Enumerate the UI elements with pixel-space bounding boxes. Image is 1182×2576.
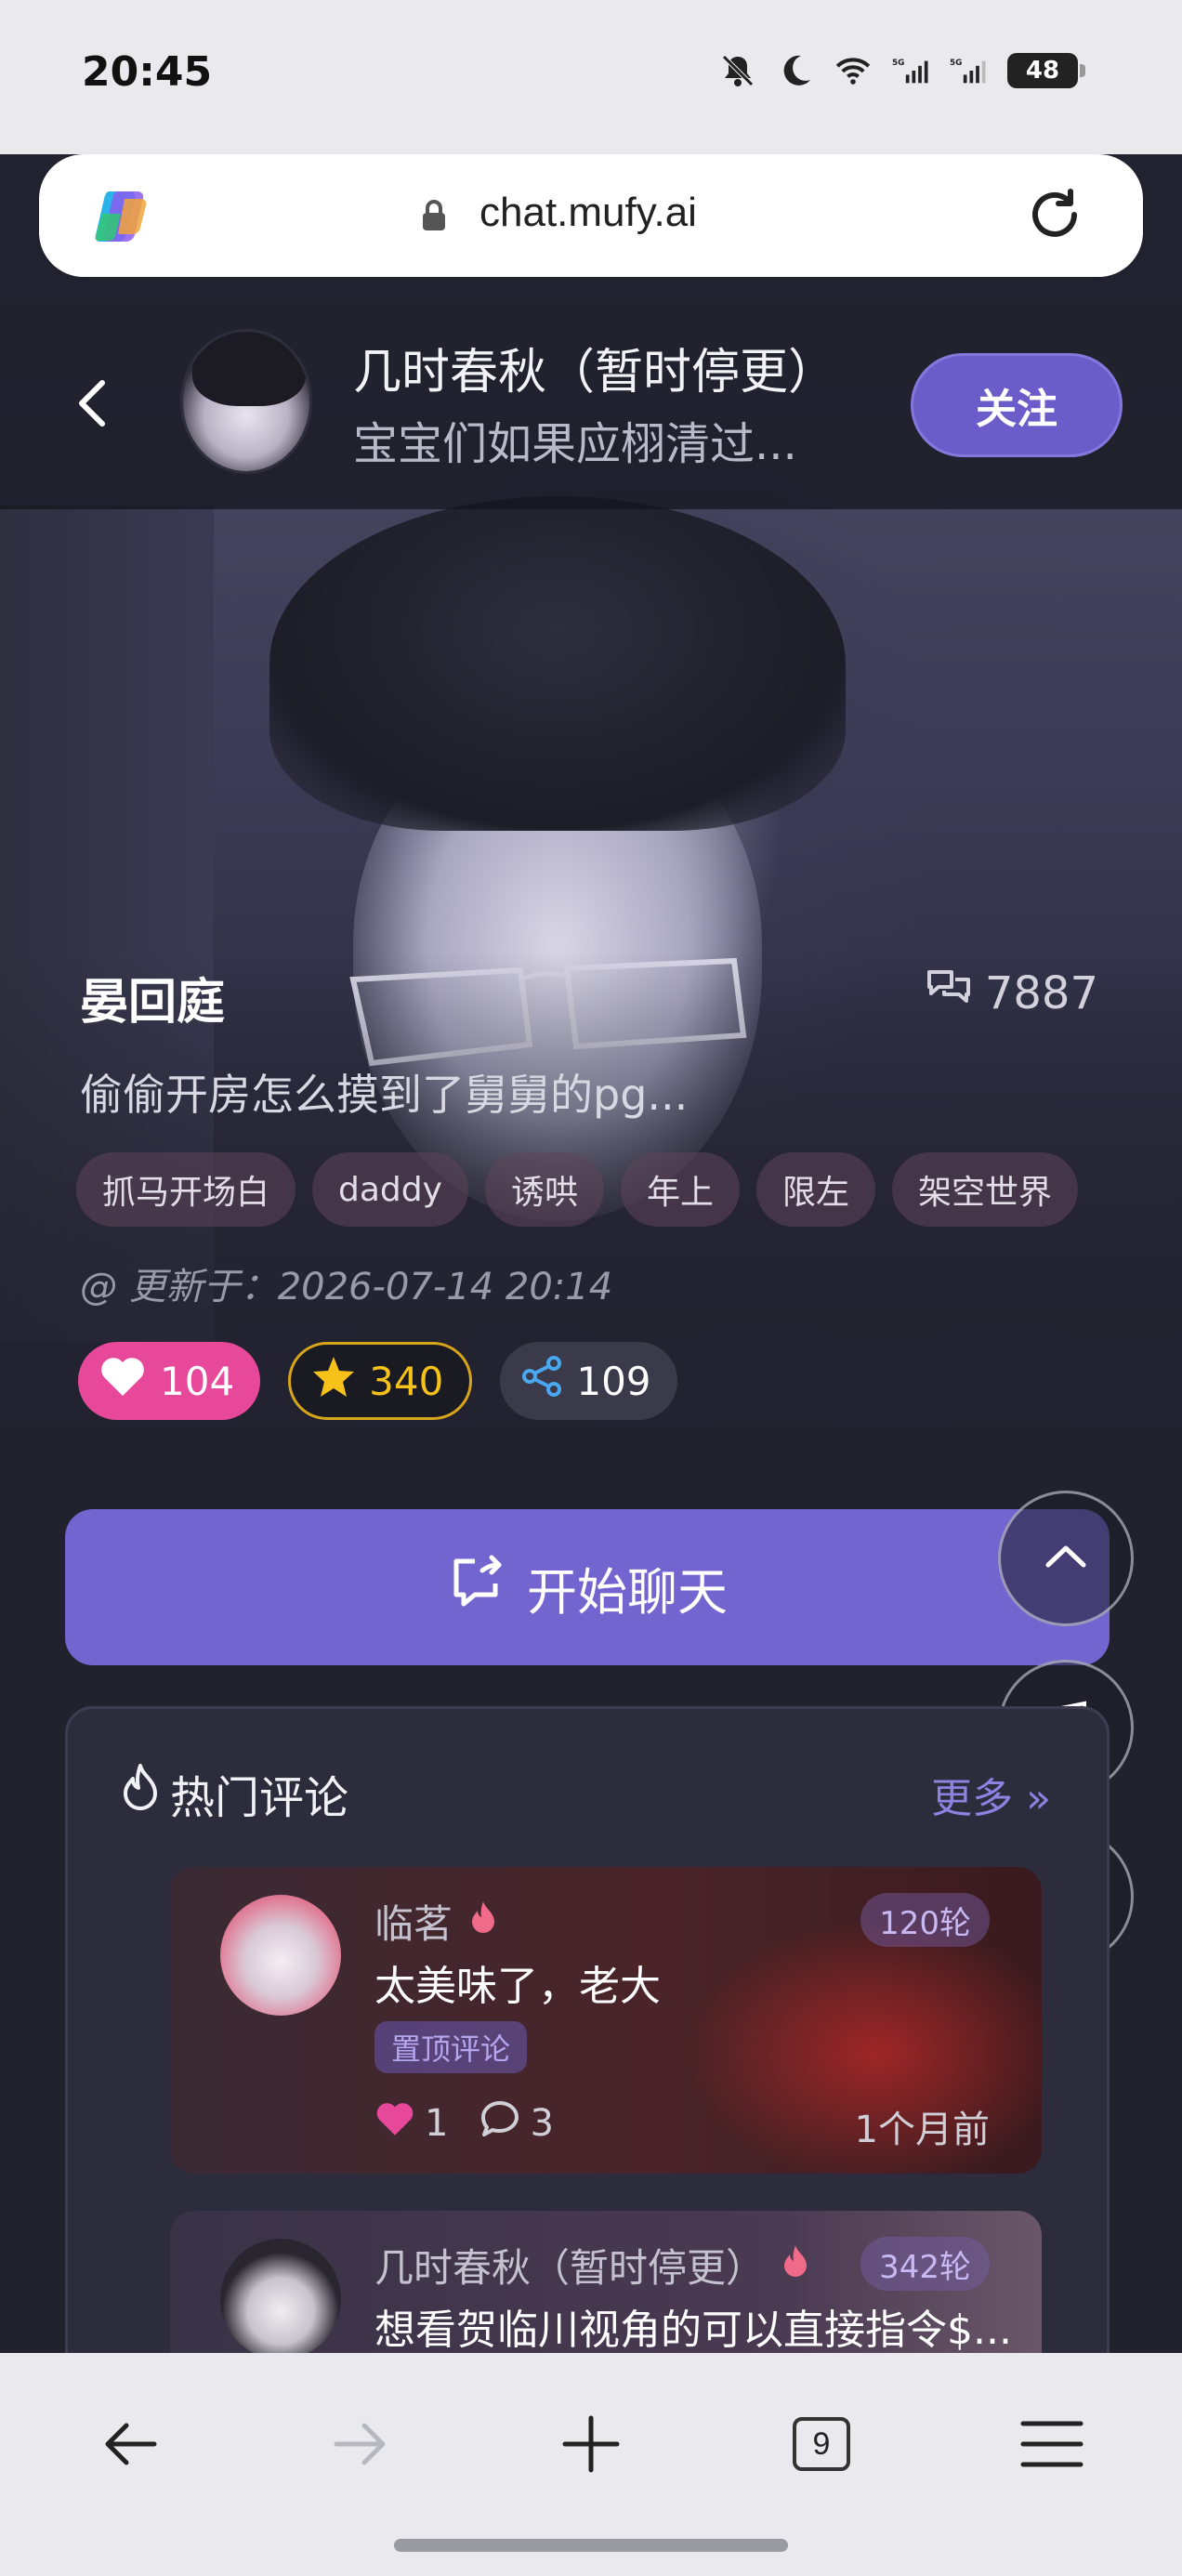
tag[interactable]: 诱哄 — [484, 1152, 604, 1227]
signal-5g-icon: 5G — [950, 52, 987, 89]
commenter-avatar[interactable] — [220, 1895, 341, 2016]
forward-arrow-icon[interactable] — [323, 2407, 398, 2481]
comment-text: 想看贺临川视角的可以直接指令$... — [374, 2307, 1012, 2353]
more-label: 更多 — [931, 1775, 1014, 1822]
flame-badge-icon — [469, 1899, 497, 1944]
follow-button[interactable]: 关注 — [911, 353, 1123, 457]
character-name: 晏回庭 — [80, 975, 226, 1031]
status-icons: 5G 5G 48 — [719, 52, 1085, 89]
status-bar: 20:45 5G 5G 48 — [0, 0, 1182, 154]
scroll-up-button[interactable] — [998, 1491, 1134, 1626]
comment-reply-button[interactable]: 3 — [479, 2099, 554, 2148]
commenter-name: 几时春秋（暂时停更） — [374, 2237, 809, 2293]
commenter-name-text: 临茗 — [374, 1901, 453, 1947]
tag[interactable]: daddy — [312, 1152, 468, 1227]
reload-icon[interactable] — [1022, 182, 1087, 247]
commenter-avatar[interactable] — [220, 2239, 341, 2353]
moon-icon — [777, 52, 814, 89]
author-avatar[interactable] — [180, 329, 312, 474]
menu-icon[interactable] — [1015, 2407, 1089, 2481]
url-text[interactable]: chat.mufy.ai — [479, 190, 697, 236]
comment-actions: 1 3 — [374, 2099, 554, 2148]
reply-bubble-icon — [479, 2099, 520, 2148]
heart-icon — [98, 1355, 147, 1407]
tag[interactable]: 年上 — [620, 1152, 740, 1227]
svg-text:5G: 5G — [950, 59, 962, 68]
tag[interactable]: 架空世界 — [891, 1152, 1078, 1227]
chevron-up-icon — [1043, 1543, 1089, 1574]
address-bar[interactable]: chat.mufy.ai — [39, 154, 1143, 277]
wifi-icon — [834, 52, 872, 89]
comment-text: 太美味了，老大 — [374, 1963, 661, 2010]
updated-time: @ 更新于：2026-07-14 20:14 — [80, 1266, 613, 1308]
fire-icon — [120, 1762, 161, 1825]
star-count: 340 — [369, 1358, 444, 1404]
comment-card[interactable]: 几时春秋（暂时停更） 342轮 想看贺临川视角的可以直接指令$... — [170, 2211, 1042, 2353]
comment-reply-count: 3 — [530, 2102, 554, 2145]
tag-list: 抓马开场白 daddy 诱哄 年上 限左 架空世界 — [76, 1152, 1078, 1227]
like-count: 104 — [160, 1358, 235, 1404]
share-button[interactable]: 109 — [500, 1342, 677, 1420]
status-time: 20:45 — [82, 48, 213, 96]
copilot-logo-icon[interactable] — [93, 186, 154, 247]
author-name[interactable]: 几时春秋（暂时停更） — [353, 333, 836, 402]
back-arrow-icon[interactable] — [93, 2407, 167, 2481]
character-description: 偷偷开房怎么摸到了舅舅的pg... — [80, 1070, 689, 1120]
star-icon — [311, 1355, 356, 1407]
chat-count-value: 7887 — [984, 967, 1098, 1019]
comments-header: 热门评论 — [120, 1761, 348, 1826]
comment-time: 1个月前 — [854, 2109, 990, 2151]
tabs-button[interactable]: 9 — [784, 2407, 859, 2481]
tag[interactable]: 抓马开场白 — [76, 1152, 296, 1227]
chat-share-icon — [447, 1552, 506, 1623]
svg-text:5G: 5G — [892, 59, 904, 68]
comment-like-count: 1 — [425, 2102, 449, 2145]
flame-badge-icon — [781, 2242, 809, 2288]
round-badge: 120轮 — [860, 1893, 990, 1947]
bell-off-icon — [719, 52, 756, 89]
lock-icon — [420, 199, 448, 232]
round-badge: 342轮 — [860, 2237, 990, 2291]
like-button[interactable]: 104 — [78, 1342, 261, 1420]
comment-card[interactable]: 临茗 120轮 太美味了，老大 置顶评论 1 3 1个月前 — [170, 1867, 1042, 2174]
more-comments-link[interactable]: 更多 » — [931, 1765, 1051, 1824]
author-header: 几时春秋（暂时停更） 宝宝们如果应栩清过... 关注 — [0, 301, 1182, 509]
star-button[interactable]: 340 — [288, 1342, 473, 1420]
comment-like-button[interactable]: 1 — [374, 2100, 448, 2147]
commenter-name: 临茗 — [374, 1893, 497, 1950]
chat-count: 7887 — [926, 966, 1098, 1020]
start-chat-label: 开始聊天 — [527, 1562, 728, 1622]
commenter-name-text: 几时春秋（暂时停更） — [374, 2245, 766, 2291]
start-chat-button[interactable]: 开始聊天 — [65, 1509, 1110, 1665]
hot-comments-section: 热门评论 更多 » 临茗 120轮 太美味了，老大 置顶评论 1 3 1个月前 … — [65, 1706, 1110, 2353]
tab-count: 9 — [793, 2417, 850, 2471]
chat-bubbles-icon — [926, 966, 972, 1020]
home-indicator[interactable] — [394, 2539, 788, 2552]
new-tab-icon[interactable] — [554, 2407, 628, 2481]
signal-5g-icon: 5G — [892, 52, 929, 89]
heart-icon — [374, 2100, 415, 2147]
back-icon[interactable] — [65, 375, 121, 431]
tag[interactable]: 限左 — [755, 1152, 875, 1227]
author-subtitle: 宝宝们如果应栩清过... — [353, 418, 797, 470]
stats-row: 104 340 109 — [78, 1342, 677, 1420]
browser-toolbar: 9 — [0, 2353, 1182, 2576]
share-icon — [520, 1355, 563, 1407]
battery-indicator: 48 — [1007, 53, 1085, 88]
character-page: 几时春秋（暂时停更） 宝宝们如果应栩清过... 关注 晏回庭 7887 偷偷开房… — [0, 301, 1182, 2353]
pinned-badge: 置顶评论 — [374, 2021, 528, 2073]
share-count: 109 — [576, 1358, 651, 1404]
comments-title: 热门评论 — [170, 1772, 349, 1824]
double-chevron-icon: » — [1013, 1775, 1051, 1822]
